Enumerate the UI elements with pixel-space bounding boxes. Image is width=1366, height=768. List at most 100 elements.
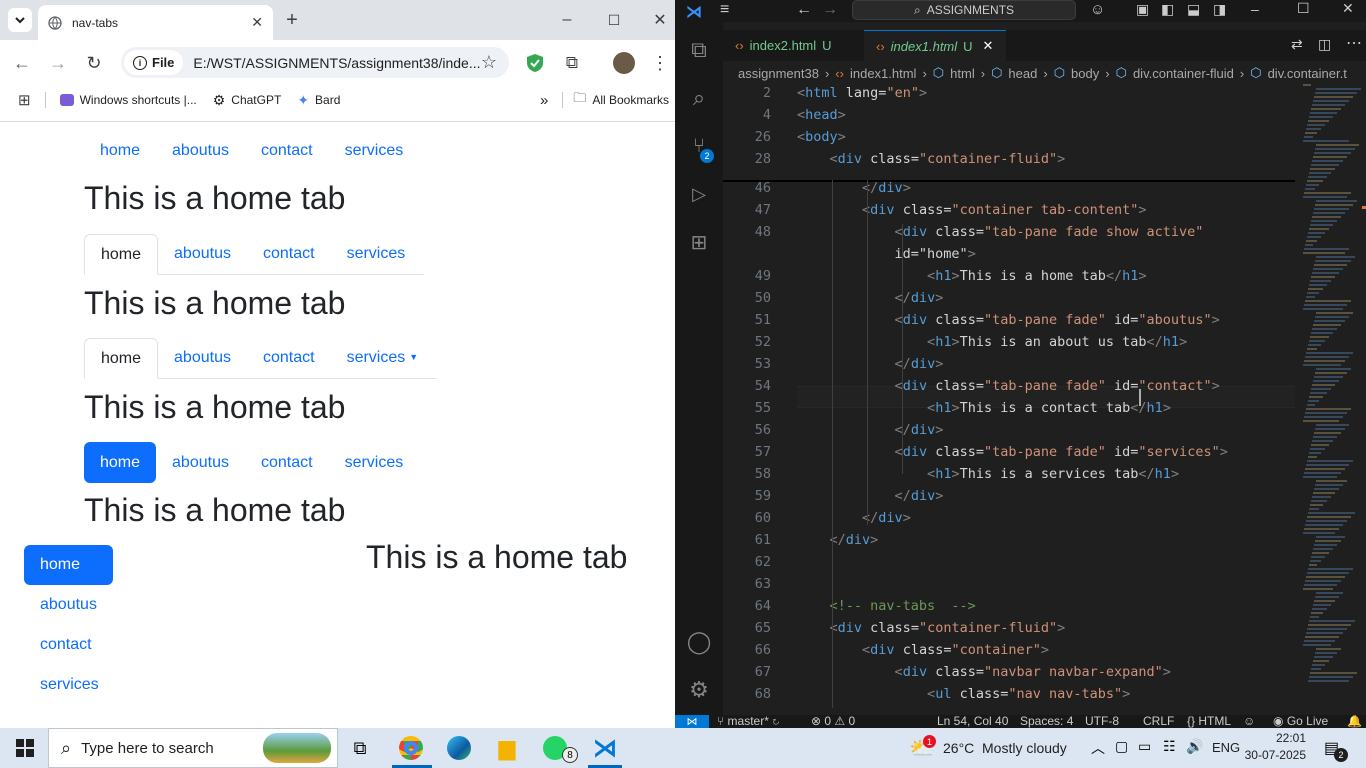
close-window-icon[interactable]: ✕ [1342, 0, 1354, 17]
breadcrumb-item[interactable]: head [1008, 66, 1037, 81]
manage-gear-icon[interactable]: ⚙ [675, 670, 723, 710]
code-line[interactable]: </div> [797, 510, 911, 526]
explorer-files-icon[interactable]: ⧉ [675, 30, 723, 70]
search-icon[interactable]: ⌕ [675, 78, 723, 118]
new-tab-button[interactable]: + [281, 8, 303, 32]
code-line[interactable]: <div class="container"> [797, 642, 1049, 658]
reload-icon[interactable]: ↻ [82, 52, 106, 74]
breadcrumb-item[interactable]: div.container.t [1268, 66, 1347, 81]
back-arrow-icon[interactable]: ← [796, 1, 812, 19]
edge-taskbar-icon[interactable] [436, 728, 482, 768]
code-line[interactable]: id="home"> [797, 246, 976, 262]
code-line[interactable]: </div> [797, 422, 944, 438]
nav-tab-services[interactable]: services [331, 233, 422, 274]
code-line[interactable]: <h1>This is a services tab</h1> [797, 466, 1179, 482]
browser-tab[interactable]: nav-tabs ✕ [38, 5, 273, 40]
code-line[interactable]: <div class="tab-pane fade" id="aboutus"> [797, 312, 1220, 328]
run-debug-icon[interactable]: ▷ [675, 174, 723, 214]
site-info-chip[interactable]: i File [124, 50, 184, 75]
command-center-search[interactable]: ⌕ ASSIGNMENTS [852, 0, 1076, 20]
minimize-icon[interactable]: – [1251, 1, 1259, 17]
input-language[interactable]: ENG [1212, 740, 1240, 755]
editor-tab-index1[interactable]: ‹› index1.html U ✕ [864, 30, 1006, 61]
forward-arrow-icon[interactable]: → [822, 1, 838, 19]
caret-down-icon[interactable]: ▼ [409, 352, 418, 362]
extensions-icon[interactable]: ⊞ [675, 222, 723, 262]
nav-pill-home[interactable]: home [24, 545, 113, 585]
kebab-menu-icon[interactable]: ⋮ [650, 51, 670, 75]
file-explorer-icon[interactable]: ▆ [484, 728, 530, 768]
battery-icon[interactable]: ▭ [1138, 738, 1151, 755]
remote-indicator-icon[interactable]: ⋈ [675, 715, 709, 728]
weather-text[interactable]: Mostly cloudy [982, 740, 1067, 756]
meet-icon[interactable]: ▢ [1115, 738, 1128, 755]
nav-tab-contact[interactable]: contact [247, 233, 331, 274]
split-editor-icon[interactable]: ◫ [1318, 36, 1331, 53]
maximize-icon[interactable]: ☐ [1297, 0, 1310, 17]
nav-tab-aboutus[interactable]: aboutus [158, 337, 247, 378]
accounts-icon[interactable]: ◯ [675, 622, 723, 662]
nav-link-home[interactable]: home [84, 130, 156, 171]
copilot-icon[interactable]: ☺ [1090, 1, 1105, 18]
bookmark-windows-shortcuts[interactable]: Windows shortcuts |... [59, 93, 197, 107]
address-bar[interactable]: i File E:/WST/ASSIGNMENTS/assignment38/i… [121, 47, 509, 78]
language-mode[interactable]: {} HTML [1187, 715, 1231, 728]
code-line[interactable]: <h1>This is a contact tab</h1> [797, 400, 1171, 416]
task-view-icon[interactable]: ⧉ [337, 728, 383, 768]
nav-link-aboutus[interactable]: aboutus [156, 130, 245, 171]
code-line[interactable]: </div> [797, 532, 879, 548]
code-line[interactable]: </div> [797, 180, 911, 196]
nav-pill-contact[interactable]: contact [245, 442, 329, 483]
encoding[interactable]: UTF-8 [1085, 715, 1119, 728]
code-line[interactable]: <body> [797, 129, 846, 145]
source-control-icon[interactable]: ⑂ [675, 126, 723, 166]
close-tab-icon[interactable]: ✕ [983, 38, 994, 54]
code-line[interactable]: </div> [797, 488, 944, 504]
code-line[interactable]: <div class="container-fluid"> [797, 151, 1066, 167]
problems-status[interactable]: ⊗ 0 ⚠ 0 [811, 715, 855, 728]
code-line[interactable]: </div> [797, 356, 944, 372]
notifications-bell-icon[interactable]: 🔔 [1347, 715, 1362, 728]
more-bookmarks-chevron-icon[interactable]: » [540, 92, 548, 109]
go-live-button[interactable]: ◉ Go Live [1273, 715, 1328, 728]
nav-tab-contact[interactable]: contact [247, 337, 331, 378]
nav-tab-services-dropdown[interactable]: services [331, 337, 410, 378]
start-windows-icon[interactable] [2, 728, 48, 768]
breadcrumb-item[interactable]: assignment38 [738, 66, 819, 81]
branch-status[interactable]: ⑂ master* ↻ [717, 715, 779, 728]
back-arrow-icon[interactable]: ← [10, 52, 34, 74]
copilot-status-icon[interactable]: ☺ [1243, 715, 1255, 728]
bookmark-chatgpt[interactable]: ⚙ ChatGPT [213, 92, 282, 109]
nav-pill-home[interactable]: home [84, 442, 157, 483]
apps-grid-icon[interactable]: ⊞ [18, 91, 31, 109]
close-tab-icon[interactable]: ✕ [251, 14, 263, 31]
nav-tab-home[interactable]: home [84, 338, 159, 379]
compare-changes-icon[interactable]: ⇄ [1291, 36, 1303, 53]
code-line[interactable]: <head> [797, 107, 846, 123]
volume-icon[interactable]: 🔊 [1186, 738, 1203, 755]
code-line[interactable]: <html lang="en"> [797, 85, 927, 101]
toggle-sidebar-icon[interactable]: ◧ [1161, 1, 1174, 18]
code-line[interactable]: <div class="tab-pane fade" id="services"… [797, 444, 1228, 460]
code-line[interactable]: <div class="container tab-content"> [797, 202, 1147, 218]
line-ending[interactable]: CRLF [1143, 715, 1174, 728]
code-line[interactable]: <div class="tab-pane fade" id="contact"> [797, 378, 1220, 394]
breadcrumb-item[interactable]: index1.html [850, 66, 916, 81]
code-line[interactable]: <h1>This is an about us tab</h1> [797, 334, 1187, 350]
nav-link-contact[interactable]: contact [245, 130, 329, 171]
clock-time[interactable]: 22:01 [1250, 731, 1306, 745]
minimap[interactable] [1303, 84, 1363, 704]
weather-temp[interactable]: 26°C [943, 740, 974, 756]
nav-pill-aboutus[interactable]: aboutus [156, 442, 245, 483]
breadcrumb-item[interactable]: html [950, 66, 975, 81]
code-line[interactable]: <div class="navbar navbar-expand"> [797, 664, 1171, 680]
code-line[interactable]: <div class="tab-pane fade show active" [797, 224, 1204, 240]
toggle-secondary-sidebar-icon[interactable]: ◨ [1213, 1, 1226, 18]
more-actions-icon[interactable]: ⋯ [1346, 33, 1362, 53]
code-line[interactable]: </div> [797, 290, 944, 306]
editor-tab-index2[interactable]: ‹› index2.html U [723, 30, 863, 61]
hamburger-menu-icon[interactable]: ≡ [720, 1, 729, 19]
nav-tab-home[interactable]: home [84, 234, 159, 275]
code-line[interactable]: <ul class="nav nav-tabs"> [797, 686, 1130, 702]
show-hidden-icons-chevron[interactable]: ︿ [1091, 738, 1105, 758]
